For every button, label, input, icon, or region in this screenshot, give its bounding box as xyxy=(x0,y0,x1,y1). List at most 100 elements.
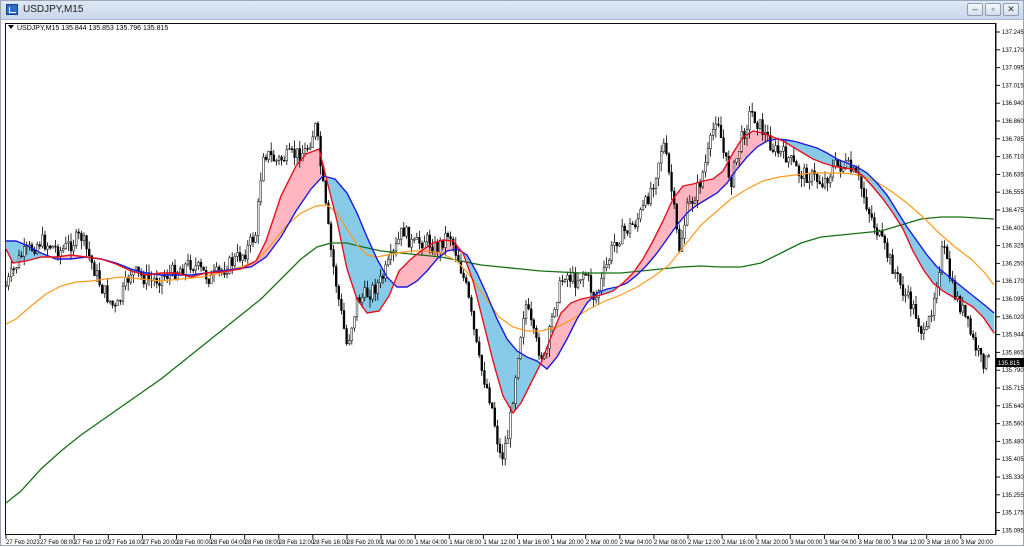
candle-body xyxy=(954,281,956,300)
candle-body xyxy=(575,273,577,288)
candle-body xyxy=(234,256,236,265)
candle-body xyxy=(424,242,426,248)
candle-body xyxy=(777,146,779,154)
candle-body xyxy=(816,174,818,181)
candle-body xyxy=(772,150,774,152)
current-price-label: 135.815 xyxy=(998,361,1020,367)
candle-body xyxy=(965,305,967,316)
candle-body xyxy=(887,243,889,258)
candle-body xyxy=(406,227,408,236)
candle-body xyxy=(325,181,327,203)
price-tick-label: 137.170 xyxy=(1002,48,1024,54)
candle-body xyxy=(166,276,168,278)
candle-body xyxy=(465,278,467,283)
candle-body xyxy=(832,167,834,177)
candle-body xyxy=(939,273,941,287)
candle-body xyxy=(632,224,634,225)
candle-body xyxy=(255,235,257,242)
candle-body xyxy=(647,197,649,204)
candle-body xyxy=(897,272,899,273)
candle-body xyxy=(907,292,909,295)
candle-body xyxy=(273,155,275,161)
candle-body xyxy=(629,224,631,234)
candle-body xyxy=(751,111,753,112)
candle-body xyxy=(499,444,501,453)
candle-body xyxy=(946,247,948,259)
time-tick-label: 28 Feb 16:00 xyxy=(313,540,349,546)
candle-body xyxy=(486,384,488,387)
candle-body xyxy=(809,181,811,182)
candle-body xyxy=(819,182,821,184)
candle-body xyxy=(398,239,400,244)
candle-body xyxy=(57,247,59,257)
candle-body xyxy=(640,210,642,219)
candle-body xyxy=(770,135,772,150)
candle-body xyxy=(627,231,629,233)
price-tick-label: 135.560 xyxy=(1002,422,1024,428)
candle-body xyxy=(972,334,974,337)
candle-body xyxy=(705,162,707,172)
time-tick-label: 2 Mar 12:00 xyxy=(688,540,721,546)
candle-body xyxy=(827,178,829,183)
candle-body xyxy=(744,131,746,138)
candle-body xyxy=(715,124,717,130)
time-tick-label: 3 Mar 20:00 xyxy=(961,540,994,546)
candle-body xyxy=(905,295,907,296)
candle-body xyxy=(361,297,363,303)
candle-body xyxy=(468,282,470,297)
candle-body xyxy=(260,181,262,202)
price-tick-label: 135.255 xyxy=(1002,493,1024,499)
chart-canvas: 137.245137.170137.095137.015136.940136.8… xyxy=(1,1,1024,547)
candle-body xyxy=(944,247,946,248)
candle-body xyxy=(439,240,441,253)
candle-body xyxy=(663,143,665,152)
candle-body xyxy=(96,270,98,275)
candle-body xyxy=(307,148,309,149)
time-tick-label: 3 Mar 04:00 xyxy=(824,540,857,546)
candle-body xyxy=(73,246,75,251)
candle-body xyxy=(75,232,77,246)
candle-body xyxy=(793,156,795,162)
candle-body xyxy=(164,276,166,277)
candle-body xyxy=(62,249,64,251)
candle-body xyxy=(863,188,865,197)
candle-body xyxy=(949,259,951,279)
candle-body xyxy=(923,330,925,334)
candle-body xyxy=(16,268,18,269)
candle-body xyxy=(200,262,202,267)
candle-body xyxy=(411,239,413,247)
candle-body xyxy=(653,188,655,189)
candle-body xyxy=(528,305,530,309)
time-tick-label: 2 Mar 20:00 xyxy=(756,540,789,546)
candle-body xyxy=(68,242,70,243)
candle-body xyxy=(348,341,350,344)
candle-body xyxy=(554,309,556,316)
candle-body xyxy=(299,149,301,161)
candle-body xyxy=(286,149,288,160)
candle-body xyxy=(101,285,103,293)
candle-body xyxy=(611,245,613,260)
candle-body xyxy=(941,247,943,273)
candle-body xyxy=(723,138,725,153)
candle-body xyxy=(421,243,423,248)
candle-body xyxy=(231,257,233,265)
price-tick-label: 135.330 xyxy=(1002,475,1024,481)
candle-body xyxy=(317,123,319,136)
candle-body xyxy=(983,354,985,368)
candle-body xyxy=(252,237,254,242)
candle-body xyxy=(291,149,293,150)
candle-body xyxy=(806,168,808,183)
time-tick-label: 1 Mar 08:00 xyxy=(449,540,482,546)
candle-body xyxy=(515,378,517,404)
candle-body xyxy=(86,236,88,249)
candle-body xyxy=(962,305,964,312)
candle-body xyxy=(718,124,720,125)
orange-moving-average-line xyxy=(6,173,994,331)
candle-body xyxy=(585,274,587,275)
candle-body xyxy=(918,318,920,326)
candle-body xyxy=(117,300,119,305)
candle-body xyxy=(278,157,280,160)
time-tick-label: 1 Mar 12:00 xyxy=(483,540,516,546)
candle-body xyxy=(692,201,694,203)
time-tick-label: 2 Mar 00:00 xyxy=(586,540,619,546)
